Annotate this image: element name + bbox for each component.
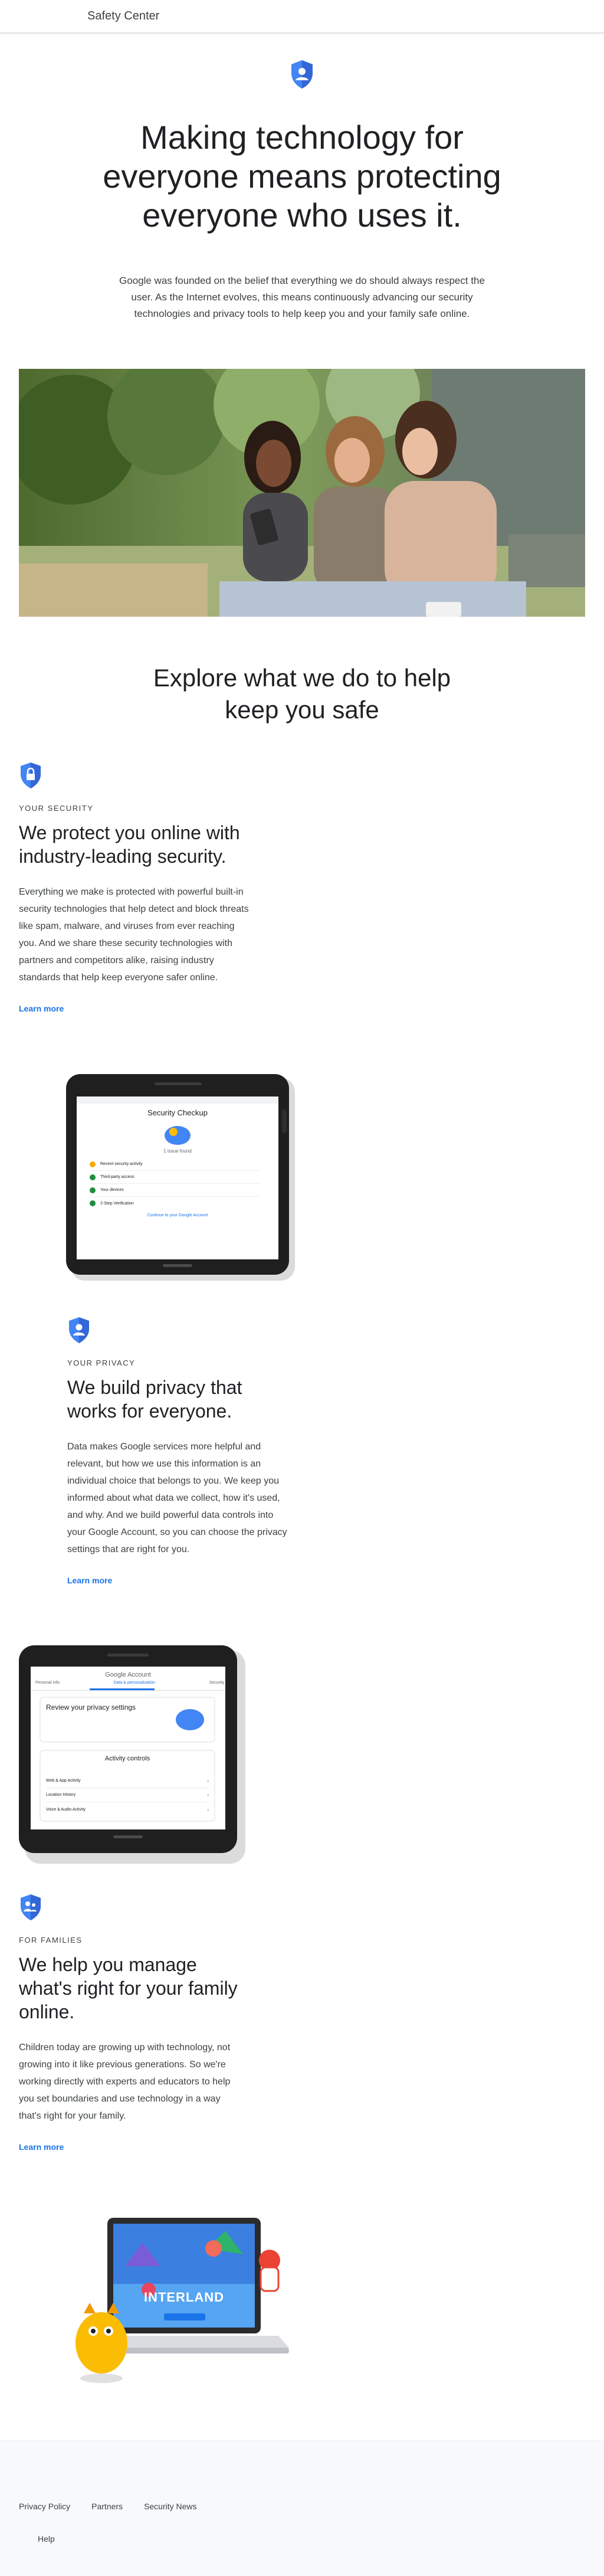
family-shield-icon	[21, 1894, 41, 1920]
google-account-phone: Google Account Personal info Data & pers…	[19, 1645, 245, 1864]
checkup-item-label: Your devices	[100, 1188, 124, 1192]
check-icon	[90, 1187, 96, 1193]
activity-row-label: Voice & Audio Activity	[46, 1807, 86, 1812]
section-title: We help you manage what's right for your…	[19, 1954, 238, 2022]
activity-controls-title: Activity controls	[104, 1755, 150, 1762]
section-eyebrow: YOUR PRIVACY	[67, 1359, 136, 1367]
checkup-item[interactable]: Recent security activity	[90, 1158, 261, 1171]
activity-row[interactable]: Web & App Activity ›	[46, 1774, 209, 1788]
account-tabs: Personal info Data & personalization Sec…	[35, 1681, 224, 1685]
learn-more-link[interactable]: Learn more	[19, 1004, 64, 1013]
checkup-subtitle: 1 issue found	[163, 1148, 192, 1154]
security-news-link[interactable]: Security News	[144, 2502, 196, 2511]
section-body: Children today are growing up with techn…	[19, 2043, 231, 2121]
section-title: We build privacy that works for everyone…	[67, 1377, 242, 1422]
help-link[interactable]: Help	[38, 2534, 55, 2544]
learn-more-link[interactable]: Learn more	[19, 2142, 64, 2152]
section-eyebrow: YOUR SECURITY	[19, 804, 94, 813]
lock-shield-icon	[21, 762, 41, 788]
footer: Privacy Policy Partners Security News He…	[0, 2440, 604, 2576]
checkup-item[interactable]: Your devices	[90, 1184, 261, 1197]
top-bar: Safety Center	[0, 0, 604, 33]
learn-more-link[interactable]: Learn more	[67, 1576, 112, 1585]
hero: Making technology for everyone means pro…	[0, 59, 604, 322]
activity-list: Web & App Activity › Location History › …	[46, 1774, 209, 1816]
privacy-policy-link[interactable]: Privacy Policy	[19, 2502, 70, 2511]
interland-banner: INTERLAND	[143, 2290, 225, 2305]
warning-icon	[90, 1161, 96, 1167]
privacy-card-title: Review your privacy settings	[46, 1703, 136, 1711]
person-shield-icon	[291, 60, 313, 89]
chevron-right-icon: ›	[207, 1806, 209, 1812]
hero-intro: Google was founded on the belief that ev…	[119, 275, 485, 319]
footer-links: Privacy Policy Partners Security News	[19, 2502, 197, 2511]
activity-row[interactable]: Voice & Audio Activity ›	[46, 1802, 209, 1816]
checkup-continue-link[interactable]: Continue to your Google Account	[77, 1213, 278, 1217]
checkup-list: Recent security activity Third-party acc…	[90, 1158, 261, 1210]
section-body: Data makes Google services more helpful …	[67, 1442, 287, 1554]
checkup-title: Security Checkup	[147, 1108, 208, 1117]
site-title[interactable]: Safety Center	[87, 9, 159, 23]
tab-personal-info[interactable]: Personal info	[35, 1681, 60, 1685]
check-icon	[90, 1200, 96, 1206]
checkup-item[interactable]: 2-Step Verification	[90, 1197, 261, 1210]
families-section: FOR FAMILIES We help you manage what's r…	[19, 1893, 243, 2153]
chevron-right-icon: ›	[207, 1778, 209, 1783]
tab-data-personalization[interactable]: Data & personalization	[114, 1681, 155, 1685]
privacy-section: YOUR PRIVACY We build privacy that works…	[67, 1316, 291, 1586]
check-icon	[90, 1174, 96, 1180]
checkup-item-label: Third-party access	[100, 1175, 134, 1179]
activity-row[interactable]: Location History ›	[46, 1788, 209, 1802]
chevron-right-icon: ›	[207, 1792, 209, 1798]
explore-heading: Explore what we do to help keep you safe	[153, 664, 451, 724]
checkup-item[interactable]: Third-party access	[90, 1171, 261, 1184]
checkup-item-label: 2-Step Verification	[100, 1201, 134, 1206]
person-shield-icon	[69, 1317, 89, 1343]
section-title: We protect you online with industry-lead…	[19, 822, 240, 867]
interland-laptop: INTERLAND	[66, 2201, 296, 2402]
security-section: YOUR SECURITY We protect you online with…	[19, 761, 249, 1014]
section-eyebrow: FOR FAMILIES	[19, 1936, 83, 1945]
activity-row-label: Web & App Activity	[46, 1779, 81, 1783]
page: Safety Center Making technology for ever…	[0, 0, 604, 2576]
security-checkup-phone: Security Checkup 1 issue found Recent se…	[66, 1074, 296, 1281]
checkup-item-label: Recent security activity	[100, 1162, 143, 1166]
account-header: Google Account	[105, 1671, 151, 1678]
activity-row-label: Location History	[46, 1793, 76, 1797]
hero-headline: Making technology for everyone means pro…	[103, 119, 501, 234]
hero-photo	[19, 369, 585, 617]
tab-security[interactable]: Security	[209, 1681, 224, 1685]
partners-link[interactable]: Partners	[91, 2502, 123, 2511]
section-body: Everything we make is protected with pow…	[19, 887, 249, 983]
